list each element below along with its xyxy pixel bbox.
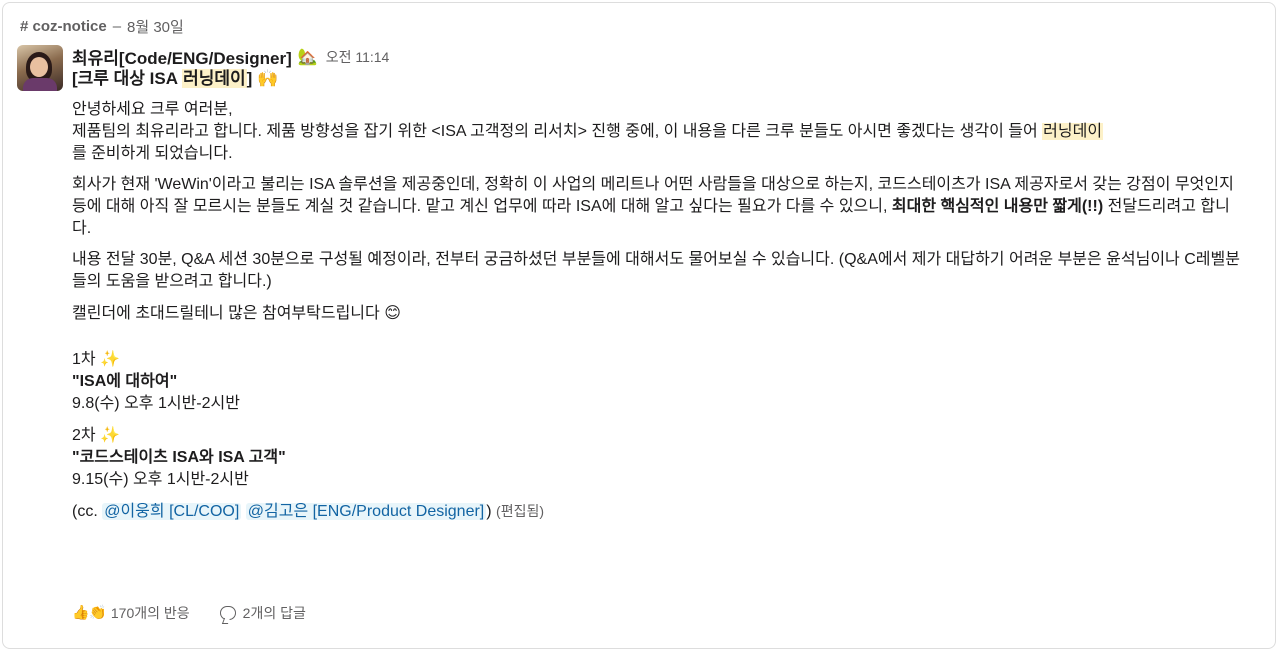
message-date: 8월 30일 xyxy=(127,19,184,36)
message-body: [크루 대상 ISA 러닝데이] 🙌 안녕하세요 크루 여러분, 제품팀의 최유… xyxy=(72,68,1242,532)
paragraph-invite: 캘린더에 초대드릴테니 많은 참여부탁드립니다 😊 xyxy=(72,302,1242,325)
session-2-topic: "코드스테이츠 ISA와 ISA 고객" xyxy=(72,449,286,466)
replies-count: 2개의 답글 xyxy=(242,605,306,621)
paragraph-format: 내용 전달 30분, Q&A 세션 30분으로 구성될 예정이라, 전부터 궁금… xyxy=(72,251,1240,290)
intro-text-end: 를 준비하게 되었습니다. xyxy=(72,145,233,162)
purpose-bold: 최대한 핵심적인 내용만 짧게(!!) xyxy=(891,198,1104,215)
sender-name[interactable]: 최유리[Code/ENG/Designer] xyxy=(72,44,292,69)
greeting-text: 안녕하세요 크루 여러분, xyxy=(72,101,233,118)
intro-text: 제품팀의 최유리라고 합니다. 제품 방향성을 잡기 위한 <ISA 고객정의 … xyxy=(72,123,1043,140)
sparkles-icon: ✨ xyxy=(100,425,120,444)
session-2-time: 9.15(수) 오후 1시반-2시반 xyxy=(72,471,249,488)
house-icon: 🏡 xyxy=(297,47,318,66)
session-2-label: 2차 xyxy=(72,427,101,444)
session-1-time: 9.8(수) 오후 1시반-2시반 xyxy=(72,395,240,412)
timestamp[interactable]: 오전 11:14 xyxy=(326,47,390,67)
message-header: 최유리[Code/ENG/Designer] 🏡 오전 11:14 xyxy=(72,44,389,69)
session-1-label: 1차 xyxy=(72,351,101,368)
avatar[interactable] xyxy=(17,45,63,91)
mention-user-1[interactable]: @이웅희 [CL/COO] xyxy=(102,503,242,520)
cc-line: (cc. @이웅희 [CL/COO] @김고은 [ENG/Product Des… xyxy=(72,500,1242,523)
reply-bubble-icon xyxy=(219,606,236,620)
smile-icon: 😊 xyxy=(384,303,401,322)
message-footer: 👍👏 170개의 반응 2개의 답글 xyxy=(72,603,306,623)
thumbs-clap-icon: 👍👏 xyxy=(72,605,107,621)
channel-name[interactable]: # coz-notice xyxy=(20,18,107,35)
cc-suffix: ) xyxy=(486,503,492,520)
session-1-topic: "ISA에 대하여" xyxy=(72,373,178,390)
paragraph-intro: 안녕하세요 크루 여러분, 제품팀의 최유리라고 합니다. 제품 방향성을 잡기… xyxy=(72,99,1242,165)
channel-header: # coz-notice – 8월 30일 xyxy=(20,16,184,37)
edited-label: (편집됨) xyxy=(496,503,544,519)
invite-text: 캘린더에 초대드릴테니 많은 참여부탁드립니다 xyxy=(72,305,385,322)
title-suffix: ] xyxy=(246,69,253,88)
reactions-summary[interactable]: 👍👏 170개의 반응 xyxy=(72,603,190,623)
sparkles-icon: ✨ xyxy=(100,349,120,368)
session-1: 1차 ✨ "ISA에 대하여" 9.8(수) 오후 1시반-2시반 xyxy=(72,348,1242,415)
title-prefix: [크루 대상 ISA xyxy=(72,69,183,88)
replies-link[interactable]: 2개의 답글 xyxy=(219,603,306,623)
session-2: 2차 ✨ "코드스테이츠 ISA와 ISA 고객" 9.15(수) 오후 1시반… xyxy=(72,424,1242,491)
title-highlight: 러닝데이 xyxy=(182,69,247,88)
cc-prefix: (cc. xyxy=(72,503,103,520)
intro-highlight: 러닝데이 xyxy=(1042,123,1104,140)
raised-hands-icon: 🙌 xyxy=(257,69,279,89)
paragraph-purpose: 회사가 현재 'WeWin'이라고 불리는 ISA 솔루션을 제공중인데, 정확… xyxy=(72,174,1242,240)
message-title: [크루 대상 ISA 러닝데이] 🙌 xyxy=(72,68,1242,90)
mention-user-2[interactable]: @김고은 [ENG/Product Designer] xyxy=(245,503,487,520)
separator: – xyxy=(112,18,122,35)
reactions-count: 170개의 반응 xyxy=(110,605,190,621)
